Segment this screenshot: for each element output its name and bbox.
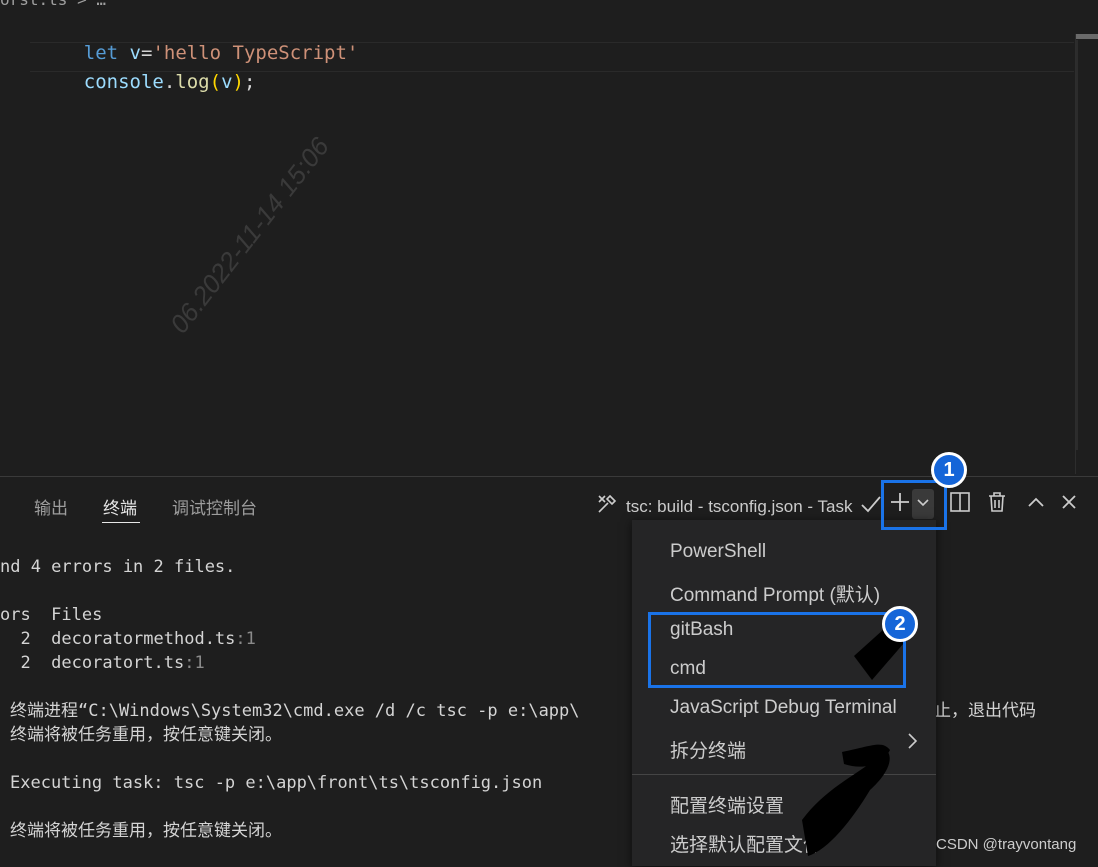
- terminal-line-number: :1: [184, 653, 205, 673]
- launch-profile-menu: PowerShell Command Prompt (默认) gitBash c…: [632, 520, 936, 866]
- terminal-text: 2 decoratormethod.ts: [0, 629, 236, 649]
- step-badge-2: 2: [882, 606, 918, 642]
- chevron-up-icon: [1027, 495, 1045, 513]
- identifier: console: [83, 71, 164, 93]
- highlight-box-new-terminal: [881, 480, 947, 530]
- tools-icon: [596, 493, 618, 520]
- editor[interactable]: orst.ts > … let v='hello TypeScript' con…: [0, 0, 1098, 476]
- terminal-line: 终端将被任务重用，按任意键关闭。: [10, 821, 282, 841]
- terminal-line: 终端进程“C:\Windows\System32\cmd.exe /d /c t…: [10, 701, 580, 721]
- editor-scrollbar[interactable]: [1075, 34, 1098, 474]
- kill-terminal-button[interactable]: [983, 489, 1011, 519]
- terminal-text: 2 decoratort.ts: [0, 653, 185, 673]
- watermark-stamp: 06.2022-11-14 15:06: [163, 131, 335, 339]
- function-name: log: [175, 71, 210, 93]
- terminal-line: 2 decoratort.ts:1: [0, 652, 205, 674]
- code-line-2[interactable]: console.log(v);: [38, 43, 256, 121]
- terminal-line: Executing task: tsc -p e:\app\front\ts\t…: [10, 773, 543, 793]
- tab-debug-console[interactable]: 调试控制台: [172, 494, 257, 519]
- split-icon: [949, 491, 971, 518]
- tab-terminal[interactable]: 终端: [103, 494, 137, 519]
- scribble-redaction: [802, 620, 910, 856]
- dot: .: [163, 71, 176, 93]
- check-icon: [860, 494, 882, 519]
- split-terminal-button[interactable]: [946, 489, 974, 519]
- maximize-panel-button[interactable]: [1022, 489, 1050, 519]
- terminal-line: nd 4 errors in 2 files.: [0, 557, 236, 577]
- terminal-line-tail: 止，退出代码: [934, 701, 1036, 721]
- step-badge-1: 1: [931, 452, 967, 488]
- trash-icon: [987, 491, 1007, 518]
- highlight-box-profiles: [648, 612, 906, 688]
- task-label: tsc: build - tsconfig.json - Task: [626, 496, 853, 516]
- tab-output[interactable]: 输出: [34, 494, 68, 519]
- terminal-line: 终端将被任务重用，按任意键关闭。: [10, 725, 282, 745]
- terminal-line: 2 decoratormethod.ts:1: [0, 628, 256, 650]
- csdn-watermark: CSDN @trayvontang: [936, 836, 1077, 853]
- terminal-line: ors Files: [0, 605, 103, 625]
- panel-tabs: 输出 终端 调试控制台: [0, 477, 560, 533]
- semicolon: ;: [243, 71, 256, 93]
- active-tab-indicator: [102, 522, 140, 523]
- paren-close: ): [232, 71, 244, 93]
- terminal-line-number: :1: [235, 629, 256, 649]
- terminal-selector[interactable]: tsc: build - tsconfig.json - Task: [596, 493, 882, 520]
- argument: v: [221, 71, 233, 93]
- breadcrumb[interactable]: orst.ts > …: [0, 0, 106, 9]
- close-icon: [1061, 494, 1077, 515]
- close-panel-button[interactable]: [1055, 489, 1083, 519]
- paren-open: (: [209, 71, 222, 93]
- editor-scroll-thumb[interactable]: [1076, 34, 1098, 39]
